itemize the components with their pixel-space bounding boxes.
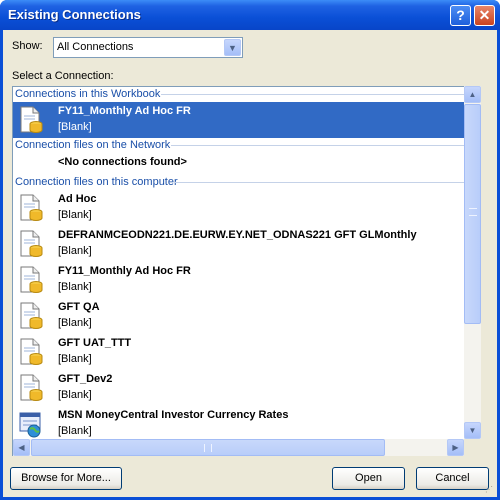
dialog-body: Show: All Connections ▼ Select a Connect…	[3, 30, 497, 497]
connection-description: [Blank]	[58, 281, 92, 293]
list-item[interactable]: MSN MoneyCentral Investor Currency Rates…	[13, 406, 471, 442]
list-item[interactable]: GFT UAT_TTT [Blank]	[13, 334, 471, 370]
list-item[interactable]: FY11_Monthly Ad Hoc FR [Blank]	[13, 262, 471, 298]
web-query-icon	[19, 412, 41, 438]
connection-name: GFT_Dev2	[58, 373, 113, 385]
connections-list[interactable]: Connections in this Workbook FY11_Monthl…	[12, 86, 473, 456]
connection-description: [Blank]	[58, 353, 92, 365]
data-connection-icon	[20, 106, 43, 133]
title-bar[interactable]: Existing Connections ? ✕	[0, 0, 500, 30]
data-connection-icon	[20, 302, 43, 329]
data-connection-icon	[20, 374, 43, 401]
data-connection-icon	[20, 266, 43, 293]
data-connection-icon	[20, 230, 43, 257]
connection-name: MSN MoneyCentral Investor Currency Rates	[58, 409, 289, 421]
group-divider	[171, 145, 471, 146]
vertical-scrollbar[interactable]: ▲ ▼	[464, 86, 481, 439]
connection-description: [Blank]	[58, 121, 92, 133]
list-item[interactable]: GFT QA [Blank]	[13, 298, 471, 334]
dialog-title: Existing Connections	[8, 7, 141, 22]
group-header-label: Connections in this Workbook	[15, 88, 161, 100]
help-icon[interactable]: ?	[450, 5, 471, 26]
group-header-label: Connection files on the Network	[15, 139, 171, 151]
select-connection-label: Select a Connection:	[12, 70, 114, 82]
cancel-button[interactable]: Cancel	[416, 467, 489, 490]
connection-description: [Blank]	[58, 317, 92, 329]
group-divider	[175, 182, 471, 183]
list-item[interactable]: Ad Hoc [Blank]	[13, 190, 471, 226]
group-header-workbook: Connections in this Workbook	[13, 87, 471, 102]
connection-description: [Blank]	[58, 209, 92, 221]
data-connection-icon	[20, 194, 43, 221]
group-divider	[161, 94, 471, 95]
scrollbar-corner	[464, 439, 481, 456]
grip-icon	[204, 444, 212, 452]
scroll-left-icon[interactable]: ◀	[13, 439, 30, 456]
group-header-network: Connection files on the Network	[13, 138, 471, 153]
connection-description: [Blank]	[58, 389, 92, 401]
connection-description: [Blank]	[58, 425, 92, 437]
scroll-right-icon[interactable]: ▶	[447, 439, 464, 456]
open-button[interactable]: Open	[332, 467, 405, 490]
group-header-label: Connection files on this computer	[15, 176, 178, 188]
list-item[interactable]: DEFRANMCEODN221.DE.EURW.EY.NET_ODNAS221 …	[13, 226, 471, 262]
connection-name: FY11_Monthly Ad Hoc FR	[58, 105, 191, 117]
show-label: Show:	[12, 40, 43, 52]
browse-for-more-button[interactable]: Browse for More...	[10, 467, 122, 490]
connection-description: [Blank]	[58, 245, 92, 257]
data-connection-icon	[20, 338, 43, 365]
connection-name: GFT UAT_TTT	[58, 337, 132, 349]
list-item[interactable]: GFT_Dev2 [Blank]	[13, 370, 471, 406]
horizontal-scroll-thumb[interactable]	[31, 439, 385, 456]
scroll-down-icon[interactable]: ▼	[464, 422, 481, 439]
connection-name: Ad Hoc	[58, 193, 97, 205]
scroll-up-icon[interactable]: ▲	[464, 86, 481, 103]
chevron-down-icon[interactable]: ▼	[224, 39, 241, 56]
group-header-computer: Connection files on this computer	[13, 175, 471, 190]
connections-list-content: Connections in this Workbook FY11_Monthl…	[13, 87, 471, 442]
existing-connections-dialog: Existing Connections ? ✕ Show: All Conne…	[0, 0, 500, 500]
connection-name: FY11_Monthly Ad Hoc FR	[58, 265, 191, 277]
close-icon[interactable]: ✕	[474, 5, 495, 26]
grip-icon	[469, 208, 477, 216]
show-dropdown-value: All Connections	[57, 41, 134, 53]
vertical-scroll-thumb[interactable]	[464, 104, 481, 324]
connection-name: GFT QA	[58, 301, 100, 313]
list-item[interactable]: FY11_Monthly Ad Hoc FR [Blank]	[13, 102, 471, 138]
no-connections-text: <No connections found>	[58, 156, 187, 168]
horizontal-scrollbar[interactable]: ◀ ▶	[13, 439, 464, 456]
no-connections-message: <No connections found>	[13, 153, 471, 175]
show-dropdown[interactable]: All Connections ▼	[53, 37, 243, 58]
resize-grip-icon[interactable]: ⋰	[485, 485, 495, 495]
connection-name: DEFRANMCEODN221.DE.EURW.EY.NET_ODNAS221 …	[58, 229, 417, 241]
